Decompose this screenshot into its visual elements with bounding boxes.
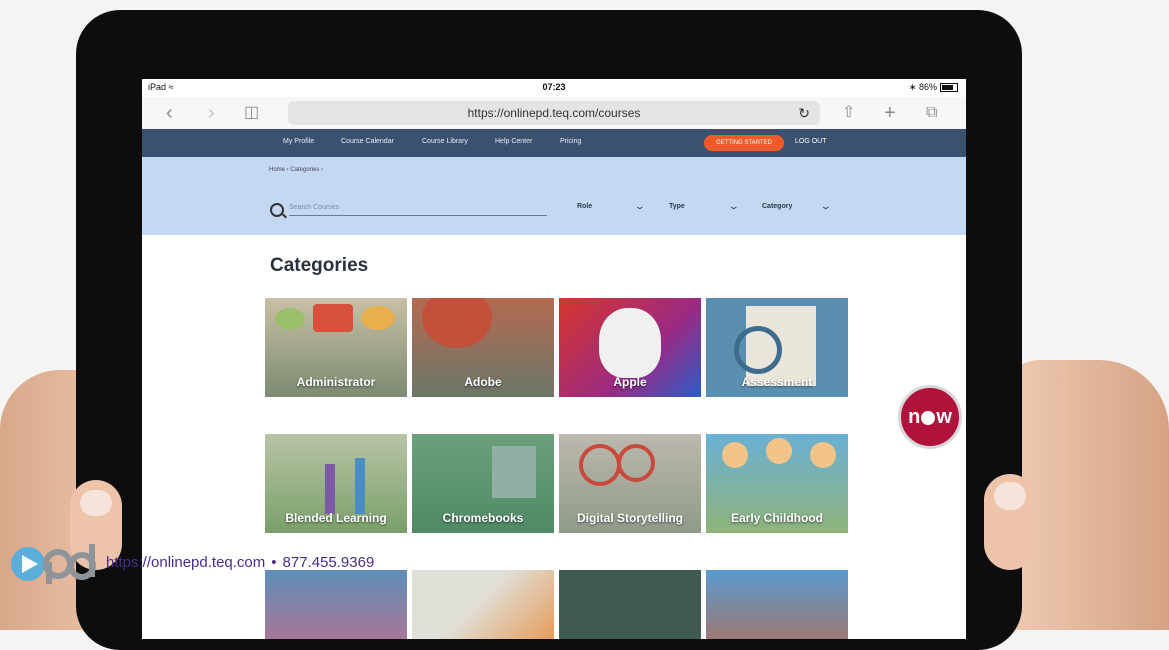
- back-icon[interactable]: ‹: [166, 99, 173, 127]
- nav-pricing[interactable]: Pricing: [560, 138, 581, 145]
- nav-course-calendar[interactable]: Course Calendar: [341, 138, 394, 145]
- type-filter[interactable]: Type: [669, 203, 685, 210]
- opd-logo: [11, 544, 96, 584]
- search-band: Home › Categories › Role ⌄ Type ⌄ Catego…: [142, 157, 966, 235]
- new-tab-icon[interactable]: +: [884, 99, 896, 127]
- category-label: Digital Storytelling: [576, 511, 683, 525]
- getting-started-button[interactable]: GETTING STARTED: [704, 135, 784, 151]
- share-icon[interactable]: ⇧: [842, 99, 855, 127]
- category-tile-row3-1[interactable]: [265, 570, 407, 639]
- role-filter[interactable]: Role: [577, 203, 592, 210]
- category-tile-early-childhood[interactable]: Early Childhood: [706, 434, 848, 533]
- nav-help-center[interactable]: Help Center: [495, 138, 532, 145]
- category-label: Assessment: [741, 375, 813, 389]
- right-thumb: [984, 474, 1036, 570]
- page-title: Categories: [270, 255, 369, 276]
- bluetooth-icon: ∗: [908, 82, 917, 92]
- address-bar[interactable]: https://onlinepd.teq.com/courses ↻: [288, 101, 820, 125]
- chevron-down-icon[interactable]: ⌄: [820, 201, 832, 212]
- category-label: Early Childhood: [730, 511, 823, 525]
- nav-course-library[interactable]: Course Library: [422, 138, 468, 145]
- forward-icon[interactable]: ›: [208, 99, 215, 127]
- category-label: Apple: [613, 375, 647, 389]
- bookmarks-icon[interactable]: ◫: [244, 99, 259, 127]
- category-tile-assessment[interactable]: Assessment: [706, 298, 848, 397]
- status-bar: iPad ≈ 07:23 ∗ 86%: [142, 79, 966, 97]
- battery-indicator: ∗ 86%: [909, 82, 958, 93]
- contact-url[interactable]: https://onlinepd.teq.com: [106, 554, 265, 571]
- category-tile-digital-storytelling[interactable]: Digital Storytelling: [559, 434, 701, 533]
- category-tile-row3-3[interactable]: [559, 570, 701, 639]
- search-icon[interactable]: [270, 203, 284, 217]
- search-input[interactable]: [289, 199, 547, 216]
- category-tile-row3-4[interactable]: [706, 570, 848, 639]
- contact-info: https://onlinepd.teq.com • 877.455.9369: [106, 554, 374, 571]
- now-badge[interactable]: nw: [898, 385, 962, 449]
- nav-my-profile[interactable]: My Profile: [283, 138, 314, 145]
- category-tile-row3-2[interactable]: [412, 570, 554, 639]
- browser-toolbar: ‹ › ◫ https://onlinepd.teq.com/courses ↻…: [142, 97, 966, 129]
- category-filter[interactable]: Category: [762, 203, 792, 210]
- separator: •: [271, 554, 277, 571]
- category-tile-apple[interactable]: Apple: [559, 298, 701, 397]
- battery-icon: [940, 83, 958, 93]
- category-label: Adobe: [464, 375, 502, 389]
- clock: 07:23: [542, 82, 566, 92]
- play-icon: [921, 410, 936, 425]
- breadcrumb[interactable]: Home › Categories ›: [269, 167, 323, 173]
- category-label: Administrator: [296, 375, 376, 389]
- contact-phone[interactable]: 877.455.9369: [283, 554, 375, 571]
- category-tile-adobe[interactable]: Adobe: [412, 298, 554, 397]
- category-tile-chromebooks[interactable]: Chromebooks: [412, 434, 554, 533]
- reload-icon[interactable]: ↻: [798, 101, 810, 125]
- chevron-down-icon[interactable]: ⌄: [728, 201, 740, 212]
- category-label: Chromebooks: [442, 511, 524, 525]
- category-tile-blended-learning[interactable]: Blended Learning: [265, 434, 407, 533]
- url-text: https://onlinepd.teq.com/courses: [467, 106, 641, 120]
- tabs-icon[interactable]: ⧉: [926, 99, 937, 127]
- category-tile-administrator[interactable]: Administrator: [265, 298, 407, 397]
- site-nav: My Profile Course Calendar Course Librar…: [142, 129, 966, 157]
- category-label: Blended Learning: [285, 511, 387, 525]
- chevron-down-icon[interactable]: ⌄: [634, 201, 646, 212]
- logout-link[interactable]: LOG OUT: [795, 138, 827, 145]
